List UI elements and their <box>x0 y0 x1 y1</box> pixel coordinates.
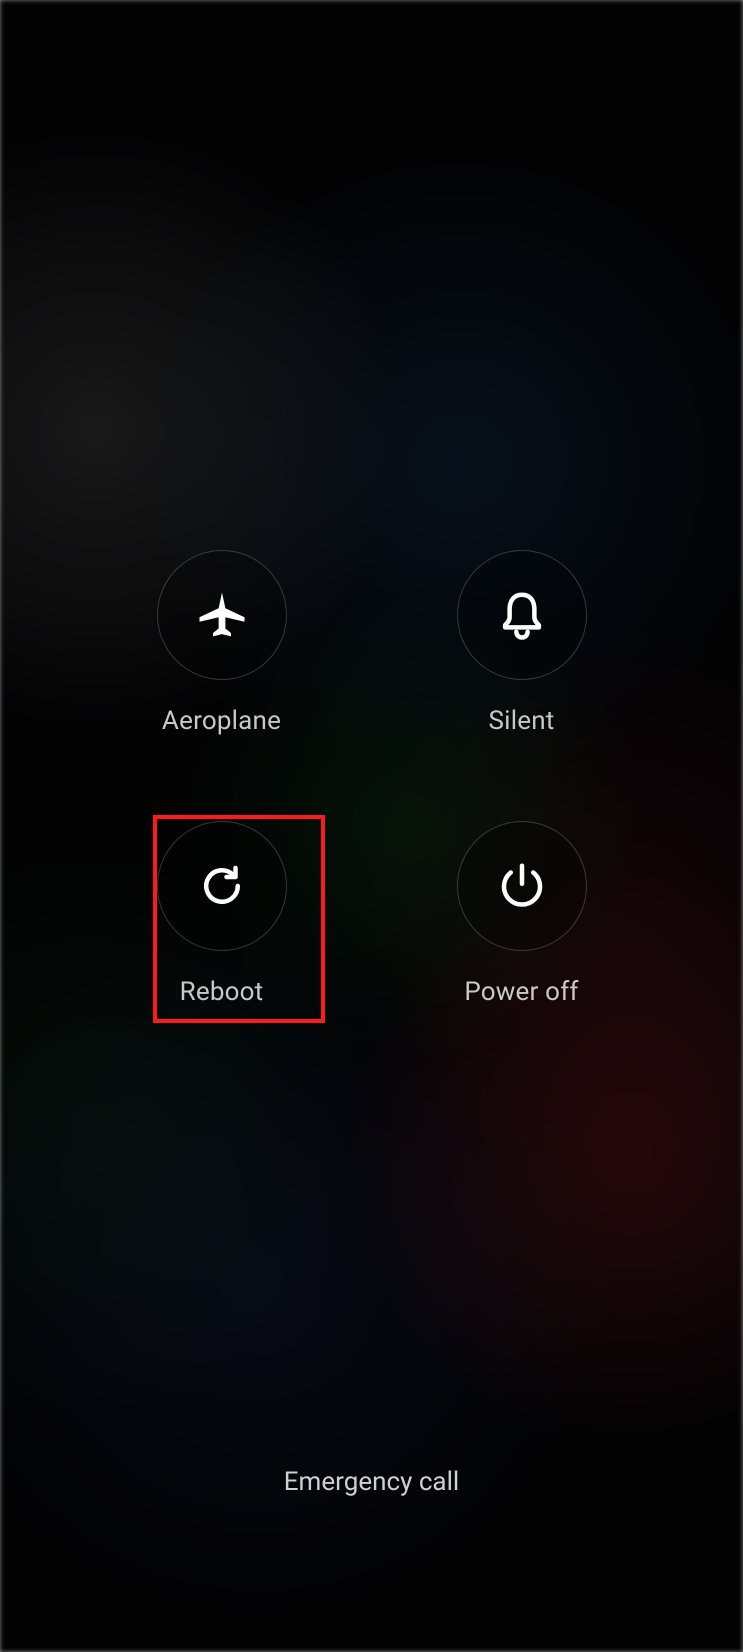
aeroplane-icon-circle <box>157 550 287 680</box>
power-off-icon-circle <box>457 821 587 951</box>
emergency-call-link[interactable]: Emergency call <box>0 1467 743 1497</box>
power-icon <box>495 859 549 913</box>
aeroplane-label: Aeroplane <box>162 706 281 736</box>
bell-icon <box>495 588 549 642</box>
aeroplane-mode-button[interactable]: Aeroplane <box>132 550 312 736</box>
reboot-label: Reboot <box>180 977 264 1007</box>
silent-label: Silent <box>489 706 555 736</box>
reboot-button[interactable]: Reboot <box>132 821 312 1007</box>
reboot-icon-circle <box>157 821 287 951</box>
power-menu: Aeroplane Silent Reboot <box>112 550 632 1007</box>
power-off-label: Power off <box>464 977 578 1007</box>
power-off-button[interactable]: Power off <box>432 821 612 1007</box>
silent-mode-button[interactable]: Silent <box>432 550 612 736</box>
reboot-icon <box>195 859 249 913</box>
airplane-icon <box>195 588 249 642</box>
silent-icon-circle <box>457 550 587 680</box>
